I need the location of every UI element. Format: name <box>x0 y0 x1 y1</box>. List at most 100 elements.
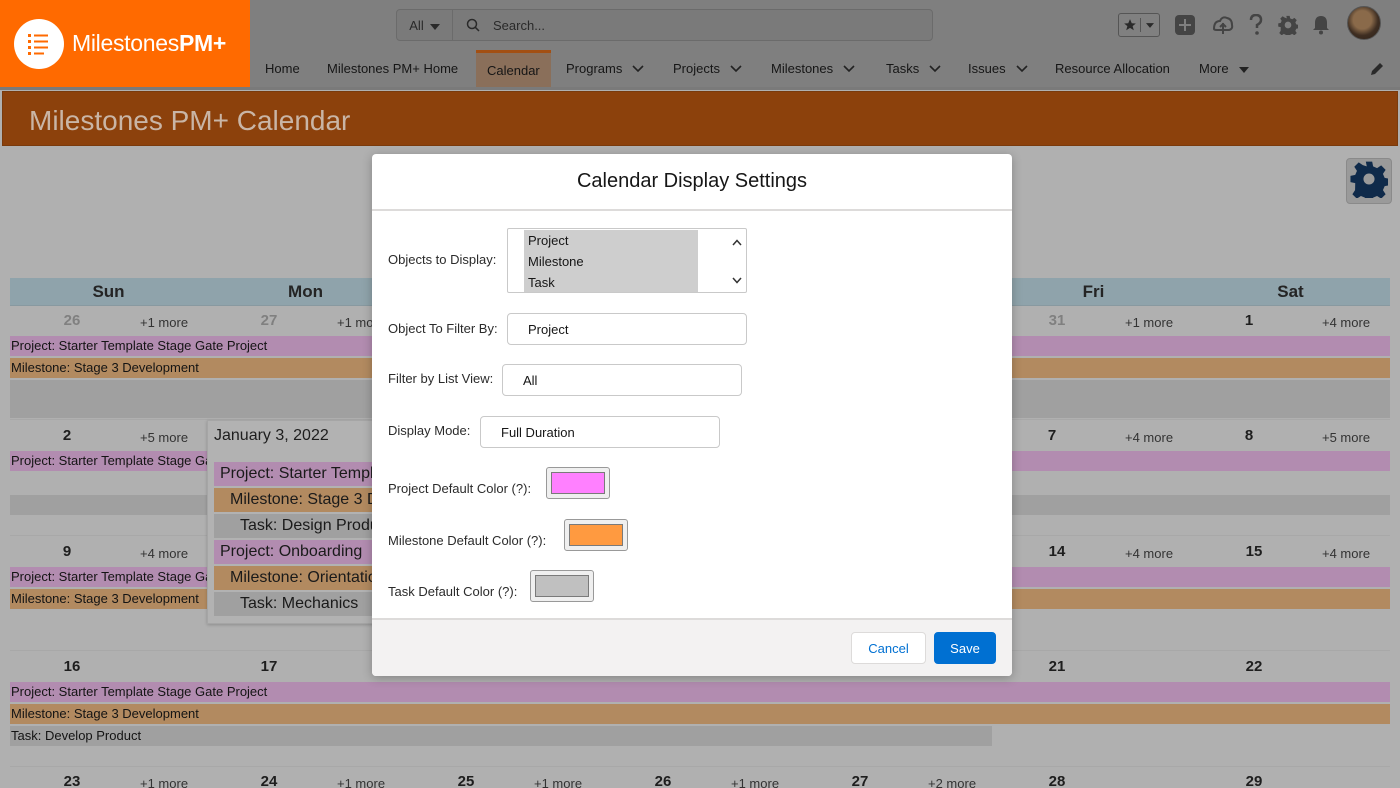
nav-programs[interactable]: Programs <box>566 50 644 87</box>
popover-event-project[interactable]: Project: Starter Template Stage Gate Pro… <box>214 462 376 486</box>
day-number[interactable]: 25 <box>451 773 481 788</box>
day-number[interactable]: 27 <box>254 312 284 329</box>
listbox-option-project[interactable]: Project <box>524 230 698 251</box>
day-events-popover: January 3, 2022 Project: Starter Templat… <box>207 420 377 624</box>
listbox-options: Project Milestone Task <box>524 230 698 292</box>
calendar-event-project[interactable]: Project: Starter Template Stage Gate Pro… <box>10 682 1390 702</box>
nav-tasks[interactable]: Tasks <box>886 50 941 87</box>
setup-gear-icon[interactable] <box>1276 10 1300 40</box>
milestone-color-picker[interactable] <box>564 519 628 551</box>
help-icon[interactable] <box>1245 10 1267 40</box>
day-number[interactable]: 14 <box>1042 543 1072 560</box>
day-number[interactable]: 15 <box>1239 543 1269 560</box>
chevron-down-icon[interactable] <box>732 271 742 289</box>
more-link[interactable]: +5 more <box>1322 430 1370 445</box>
object-to-filter-by-value: Project <box>528 321 569 337</box>
day-number[interactable]: 17 <box>254 658 284 675</box>
more-link[interactable]: +1 more <box>140 776 188 788</box>
more-link[interactable]: +1 more <box>140 315 188 330</box>
chevron-down-icon[interactable] <box>843 61 855 76</box>
modal-title: Calendar Display Settings <box>576 170 808 192</box>
day-number[interactable]: 2 <box>52 427 82 444</box>
nav-calendar[interactable]: Calendar <box>476 50 551 87</box>
app-logo[interactable]: MilestonesPM+ <box>0 0 250 87</box>
notifications-bell-icon[interactable] <box>1309 10 1333 40</box>
more-link[interactable]: +1 more <box>731 776 779 788</box>
chevron-down-icon[interactable] <box>730 61 742 76</box>
nav-resource-allocation[interactable]: Resource Allocation <box>1055 50 1170 87</box>
day-number[interactable]: 24 <box>254 773 284 788</box>
day-number[interactable]: 21 <box>1042 658 1072 675</box>
nav-home[interactable]: Home <box>265 50 300 87</box>
more-link[interactable]: +4 more <box>1125 546 1173 561</box>
day-number[interactable]: 29 <box>1239 773 1269 788</box>
more-link[interactable]: +1 more <box>1125 315 1173 330</box>
calendar-event-milestone[interactable]: Milestone: Stage 3 Development <box>10 704 1390 724</box>
search-input[interactable] <box>493 17 913 33</box>
favorites-caret-icon[interactable] <box>1141 22 1159 28</box>
day-number[interactable]: 16 <box>57 658 87 675</box>
cancel-button[interactable]: Cancel <box>851 632 926 664</box>
more-link[interactable]: +1 more <box>337 776 385 788</box>
day-number[interactable]: 1 <box>1234 312 1264 329</box>
popover-event-task[interactable]: Task: Mechanics <box>214 592 376 616</box>
day-number[interactable]: 23 <box>57 773 87 788</box>
more-link[interactable]: +2 more <box>928 776 976 788</box>
popover-event-task[interactable]: Task: Design Product <box>214 514 376 538</box>
chevron-down-icon[interactable] <box>632 61 644 76</box>
add-icon[interactable] <box>1172 10 1198 40</box>
object-to-filter-by-select[interactable]: Project <box>507 313 747 345</box>
nav-more-label: More <box>1199 61 1229 76</box>
filter-by-list-view-label: Filter by List View: <box>388 371 494 386</box>
nav-milestones[interactable]: Milestones <box>771 50 855 87</box>
popover-event-milestone[interactable]: Milestone: Stage 3 Development <box>214 488 376 512</box>
more-link[interactable]: +1 more <box>534 776 582 788</box>
filter-by-list-view-select[interactable]: All <box>502 364 742 396</box>
day-number[interactable]: 7 <box>1037 427 1067 444</box>
nav-more[interactable]: More <box>1199 50 1249 87</box>
calendar-display-settings-modal: Calendar Display Settings Objects to Dis… <box>372 154 1012 676</box>
task-color-picker[interactable] <box>530 570 594 602</box>
popover-event-project[interactable]: Project: Onboarding <box>214 540 376 564</box>
listbox-scrollbar[interactable] <box>729 230 745 292</box>
objects-to-display-listbox[interactable]: Project Milestone Task <box>507 228 747 293</box>
listbox-option-task[interactable]: Task <box>524 272 698 293</box>
listbox-option-milestone[interactable]: Milestone <box>524 251 698 272</box>
project-color-picker[interactable] <box>546 467 610 499</box>
nav-projects[interactable]: Projects <box>673 50 742 87</box>
star-icon[interactable] <box>1119 18 1141 32</box>
day-number[interactable]: 28 <box>1042 773 1072 788</box>
day-number[interactable]: 9 <box>52 543 82 560</box>
day-number[interactable]: 22 <box>1239 658 1269 675</box>
nav-issues[interactable]: Issues <box>968 50 1028 87</box>
day-number[interactable]: 31 <box>1042 312 1072 329</box>
chevron-down-icon[interactable] <box>1016 61 1028 76</box>
trailhead-icon[interactable] <box>1210 10 1236 40</box>
chevron-down-icon[interactable] <box>929 61 941 76</box>
more-link[interactable]: +4 more <box>1125 430 1173 445</box>
more-link[interactable]: +4 more <box>1322 315 1370 330</box>
dow-sun: Sun <box>92 282 125 301</box>
save-button[interactable]: Save <box>934 632 996 664</box>
nav-milestones-pm-home[interactable]: Milestones PM+ Home <box>327 50 458 87</box>
chevron-up-icon[interactable] <box>732 233 742 251</box>
user-avatar[interactable] <box>1347 6 1381 40</box>
more-link[interactable]: +4 more <box>1322 546 1370 561</box>
caret-down-icon[interactable] <box>1238 61 1249 76</box>
more-link[interactable]: +4 more <box>140 546 188 561</box>
day-number[interactable]: 26 <box>57 312 87 329</box>
calendar-event-task[interactable]: Task: Develop Product <box>10 726 992 746</box>
edit-nav-pencil-icon[interactable] <box>1370 62 1384 81</box>
milestone-default-color-label: Milestone Default Color (?): <box>388 533 547 548</box>
nav-programs-label: Programs <box>566 61 623 76</box>
search-scope-dropdown[interactable]: All <box>397 10 453 40</box>
calendar-settings-button[interactable] <box>1346 158 1392 204</box>
day-number[interactable]: 8 <box>1234 427 1264 444</box>
nav-milestones-label: Milestones <box>771 61 834 76</box>
popover-event-milestone[interactable]: Milestone: Orientation <box>214 566 376 590</box>
more-link[interactable]: +5 more <box>140 430 188 445</box>
display-mode-select[interactable]: Full Duration <box>480 416 720 448</box>
day-number[interactable]: 26 <box>648 773 678 788</box>
task-color-swatch <box>535 575 589 597</box>
day-number[interactable]: 27 <box>845 773 875 788</box>
